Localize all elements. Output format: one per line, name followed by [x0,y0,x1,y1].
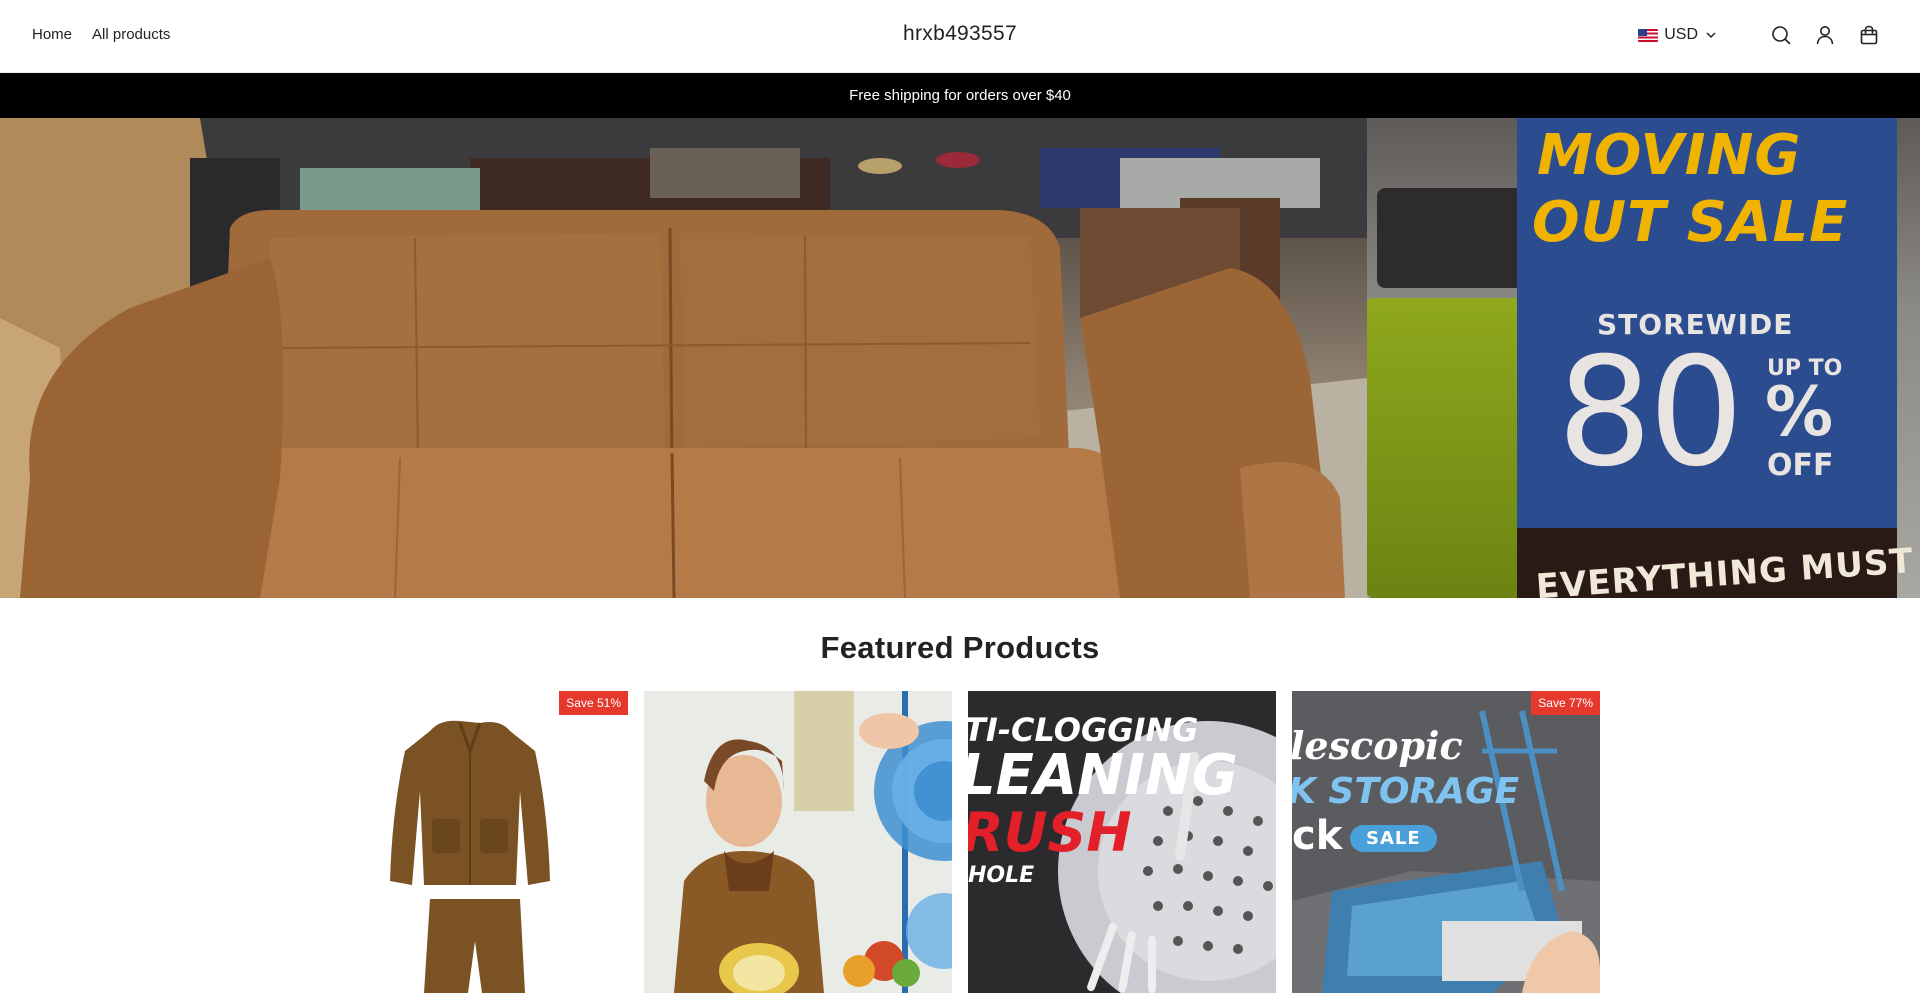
card3-text-line3: RUSH [968,801,1132,864]
card4-text-line2: K STORAGE [1292,771,1520,812]
nav-all-products-link[interactable]: All products [92,26,170,43]
card4-text-line1: lescopic [1292,723,1463,768]
store-brand-link[interactable]: hrxb493557 [903,22,1017,45]
account-icon[interactable] [1814,24,1836,46]
product-card-3[interactable]: TI-CLOGGING LEANING RUSH HOLE [968,691,1276,993]
nav-home-link[interactable]: Home [32,26,72,43]
card4-sale-pill: SALE [1350,825,1437,852]
product-card-4[interactable]: Save 77% lescopic K STORAGE ck SALE [1292,691,1600,993]
sign-off: OFF [1767,448,1834,483]
site-header: Home All products hrxb493557 USD [0,0,1920,73]
pajama-set-image [390,720,550,993]
sign-percent-symbol: % [1765,373,1834,452]
product-card-1[interactable]: Save 51% [320,691,628,993]
chevron-down-icon [1706,32,1716,39]
sign-line1: MOVING [1537,123,1802,188]
main-nav: Home All products [32,26,170,43]
sale-badge: Save 51% [559,691,628,715]
cart-icon[interactable] [1858,24,1880,46]
sign-percent: 80 [1557,326,1744,500]
product-card-2[interactable] [644,691,952,993]
featured-products-heading: Featured Products [820,630,1100,665]
dark-sofa [1377,188,1527,288]
sign-line2: OUT SALE [1532,190,1849,255]
search-icon[interactable] [1770,24,1792,46]
header-tools: USD [1638,24,1880,46]
couch-illustration [0,118,1367,598]
hero-couch-image [0,118,1367,598]
brand-title-wrap: hrxb493557 [0,22,1920,46]
card3-text-line2: LEANING [968,743,1238,808]
us-flag-icon [1638,28,1659,42]
sale-badge: Save 77% [1531,691,1600,715]
hero-banner[interactable]: MOVING OUT SALE STOREWIDE 80 UP TO % OFF… [0,118,1920,598]
silicone-lids-image [644,691,952,993]
announcement-text: Free shipping for orders over $40 [849,87,1071,104]
card4-text-line3: ck [1292,813,1343,859]
featured-products-grid: Save 51% TI-CLOGGING LEANING RUSH HOLE S… [320,691,1600,993]
hero-sale-sign-image: MOVING OUT SALE STOREWIDE 80 UP TO % OFF… [1367,118,1920,598]
green-sofa [1367,298,1542,598]
announcement-bar: Free shipping for orders over $40 [0,73,1920,118]
card3-text-line4: HOLE [968,863,1035,888]
currency-code: USD [1664,26,1698,43]
currency-selector[interactable]: USD [1638,26,1718,44]
